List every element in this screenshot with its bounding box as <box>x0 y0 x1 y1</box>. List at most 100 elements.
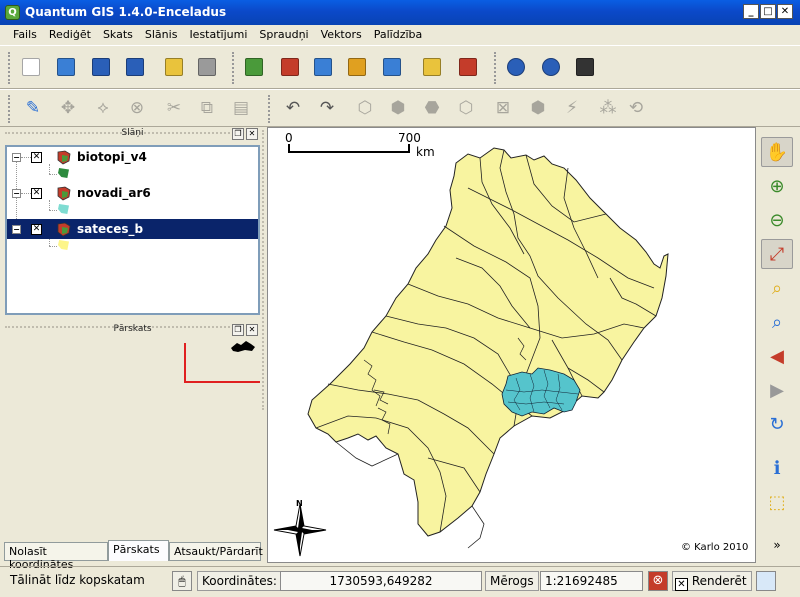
catchment-polygons <box>307 147 669 537</box>
menu-bar: Fails Rediģēt Skats Slānis Iestatījumi S… <box>0 25 800 45</box>
projection-status-icon[interactable] <box>756 571 776 591</box>
menu-vektors[interactable]: Vektors <box>315 25 368 45</box>
delete-part-icon[interactable]: ⊠ <box>492 97 514 119</box>
layers-tree[interactable]: − ✕ biotopi_v4 − ✕ novadi_ar6 − ✕ satece… <box>5 145 260 315</box>
paste-features-icon[interactable]: ▤ <box>230 97 252 119</box>
layer-row-novadi[interactable]: − ✕ novadi_ar6 <box>7 183 258 203</box>
merge-features-icon[interactable]: ⁂ <box>597 97 619 119</box>
save-as-icon[interactable] <box>124 56 146 78</box>
redo-icon[interactable]: ↷ <box>316 97 338 119</box>
menu-rediget[interactable]: Rediģēt <box>43 25 97 45</box>
cut-features-icon[interactable]: ✂ <box>163 97 185 119</box>
menu-skats[interactable]: Skats <box>97 25 139 45</box>
menu-slanis[interactable]: Slānis <box>139 25 184 45</box>
menu-fails[interactable]: Fails <box>7 25 43 45</box>
zoom-in-icon[interactable]: ⊕ <box>761 171 793 201</box>
render-toggle[interactable]: ✕ Renderēt <box>672 571 752 591</box>
reshape-features-icon[interactable]: ⬢ <box>527 97 549 119</box>
window-title: Quantum GIS 1.4.0-Enceladus <box>25 5 227 19</box>
map-navigation-toolbar: ✋ ⊕ ⊖ ⤢ ⌕ ⌕ ◀ ▶ ↻ ℹ ⬚ » <box>757 127 800 565</box>
layers-close-button[interactable]: ✕ <box>246 128 258 140</box>
add-ring-icon[interactable]: ⬢ <box>387 97 409 119</box>
identify-icon[interactable]: ℹ <box>761 453 793 483</box>
render-label: Renderēt <box>691 574 747 588</box>
maximize-button[interactable]: □ <box>760 4 776 19</box>
tab-coordinate-capture[interactable]: Nolasīt koordinātes <box>4 542 108 571</box>
undo-icon[interactable]: ↶ <box>282 97 304 119</box>
north-arrow-icon[interactable] <box>540 56 562 78</box>
layer-visibility-checkbox[interactable]: ✕ <box>31 152 42 163</box>
add-island-icon[interactable]: ⬣ <box>421 97 443 119</box>
stop-render-icon[interactable]: ⊗ <box>648 571 668 591</box>
zoom-selection-icon[interactable]: ⌕ <box>761 273 793 303</box>
layer-name: sateces_b <box>77 222 144 236</box>
node-tool-icon[interactable]: ⟡ <box>92 97 114 119</box>
layer-expand-toggle[interactable]: − <box>12 225 21 234</box>
layer-visibility-checkbox[interactable]: ✕ <box>31 224 42 235</box>
polygon-layer-icon <box>57 186 71 201</box>
scale-bar: 0 700 km <box>285 131 435 159</box>
status-bar: Tālināt līdz kopskatam 🖱 Koordinātes: 17… <box>0 566 800 597</box>
node-rotate-icon[interactable]: ⟲ <box>625 97 647 119</box>
delete-ring-icon[interactable]: ⬡ <box>455 97 477 119</box>
layer-expand-toggle[interactable]: − <box>12 153 21 162</box>
simplify-feature-icon[interactable]: ⬡ <box>354 97 376 119</box>
layers-float-button[interactable]: ❐ <box>232 128 244 140</box>
zoom-out-icon[interactable]: ⊖ <box>761 205 793 235</box>
overview-map[interactable] <box>5 338 263 538</box>
layer-symbol-swatch <box>58 240 69 250</box>
save-project-icon[interactable] <box>90 56 112 78</box>
coordinate-toggle-mouse-icon[interactable]: 🖱 <box>172 571 192 591</box>
render-checkbox[interactable]: ✕ <box>675 578 688 591</box>
move-feature-icon[interactable]: ✥ <box>57 97 79 119</box>
toggle-editing-pencil-icon[interactable]: ✎ <box>22 97 44 119</box>
scale-field[interactable]: 1:21692485 <box>540 571 643 591</box>
new-project-icon[interactable] <box>20 56 42 78</box>
add-spatialite-layer-icon[interactable] <box>346 56 368 78</box>
layer-row-sateces-selected[interactable]: − ✕ sateces_b <box>7 219 258 239</box>
refresh-icon[interactable]: ↻ <box>761 409 793 439</box>
coordinates-label: Koordinātes: <box>197 571 282 591</box>
tab-overview[interactable]: Pārskats <box>108 540 169 561</box>
delete-selected-icon[interactable]: ⊗ <box>126 97 148 119</box>
split-features-icon[interactable]: ⚡ <box>561 97 583 119</box>
overview-close-button[interactable]: ✕ <box>246 324 258 336</box>
add-raster-layer-icon[interactable] <box>279 56 301 78</box>
zoom-full-icon[interactable]: ⤢ <box>761 239 793 269</box>
polygon-layer-icon <box>57 222 71 237</box>
layers-panel-title: Slāņi <box>121 128 144 138</box>
scale-bar-icon[interactable] <box>574 56 596 78</box>
map-canvas[interactable]: 0 700 km N © Karlo 2010 <box>267 127 756 563</box>
menu-palidziba[interactable]: Palīdzība <box>368 25 429 45</box>
menu-spraudni[interactable]: Spraudņi <box>253 25 314 45</box>
zoom-next-icon[interactable]: ▶ <box>761 375 793 405</box>
zoom-layer-icon[interactable]: ⌕ <box>761 307 793 337</box>
print-icon[interactable] <box>196 56 218 78</box>
add-postgis-layer-icon[interactable] <box>312 56 334 78</box>
overview-float-button[interactable]: ❐ <box>232 324 244 336</box>
print-composer-star-icon[interactable] <box>163 56 185 78</box>
coordinates-field[interactable]: 1730593,649282 <box>280 571 482 591</box>
layer-visibility-checkbox[interactable]: ✕ <box>31 188 42 199</box>
zoom-last-icon[interactable]: ◀ <box>761 341 793 371</box>
layer-expand-toggle[interactable]: − <box>12 189 21 198</box>
minimize-button[interactable]: _ <box>743 4 759 19</box>
dock-splitter[interactable] <box>262 130 264 410</box>
add-wms-layer-icon[interactable] <box>381 56 403 78</box>
add-vector-layer-icon[interactable] <box>243 56 265 78</box>
more-chevron-icon[interactable]: » <box>761 537 793 553</box>
copyright-label-icon[interactable] <box>505 56 527 78</box>
copy-features-icon[interactable]: ⧉ <box>196 97 218 119</box>
new-vector-layer-icon[interactable] <box>421 56 443 78</box>
layer-symbol-swatch <box>58 204 69 214</box>
pan-hand-icon[interactable]: ✋ <box>761 137 793 167</box>
select-features-icon[interactable]: ⬚ <box>761 487 793 517</box>
overview-latvia-silhouette <box>231 341 255 352</box>
layer-row-biotopi[interactable]: − ✕ biotopi_v4 <box>7 147 258 167</box>
remove-layer-icon[interactable] <box>457 56 479 78</box>
tab-undo-redo[interactable]: Atsaukt/Pārdarīt <box>169 542 263 561</box>
scale-bar-left-label: 0 <box>285 131 293 145</box>
close-button[interactable]: ✕ <box>777 4 793 19</box>
open-project-icon[interactable] <box>55 56 77 78</box>
menu-iestatijumi[interactable]: Iestatījumi <box>183 25 253 45</box>
